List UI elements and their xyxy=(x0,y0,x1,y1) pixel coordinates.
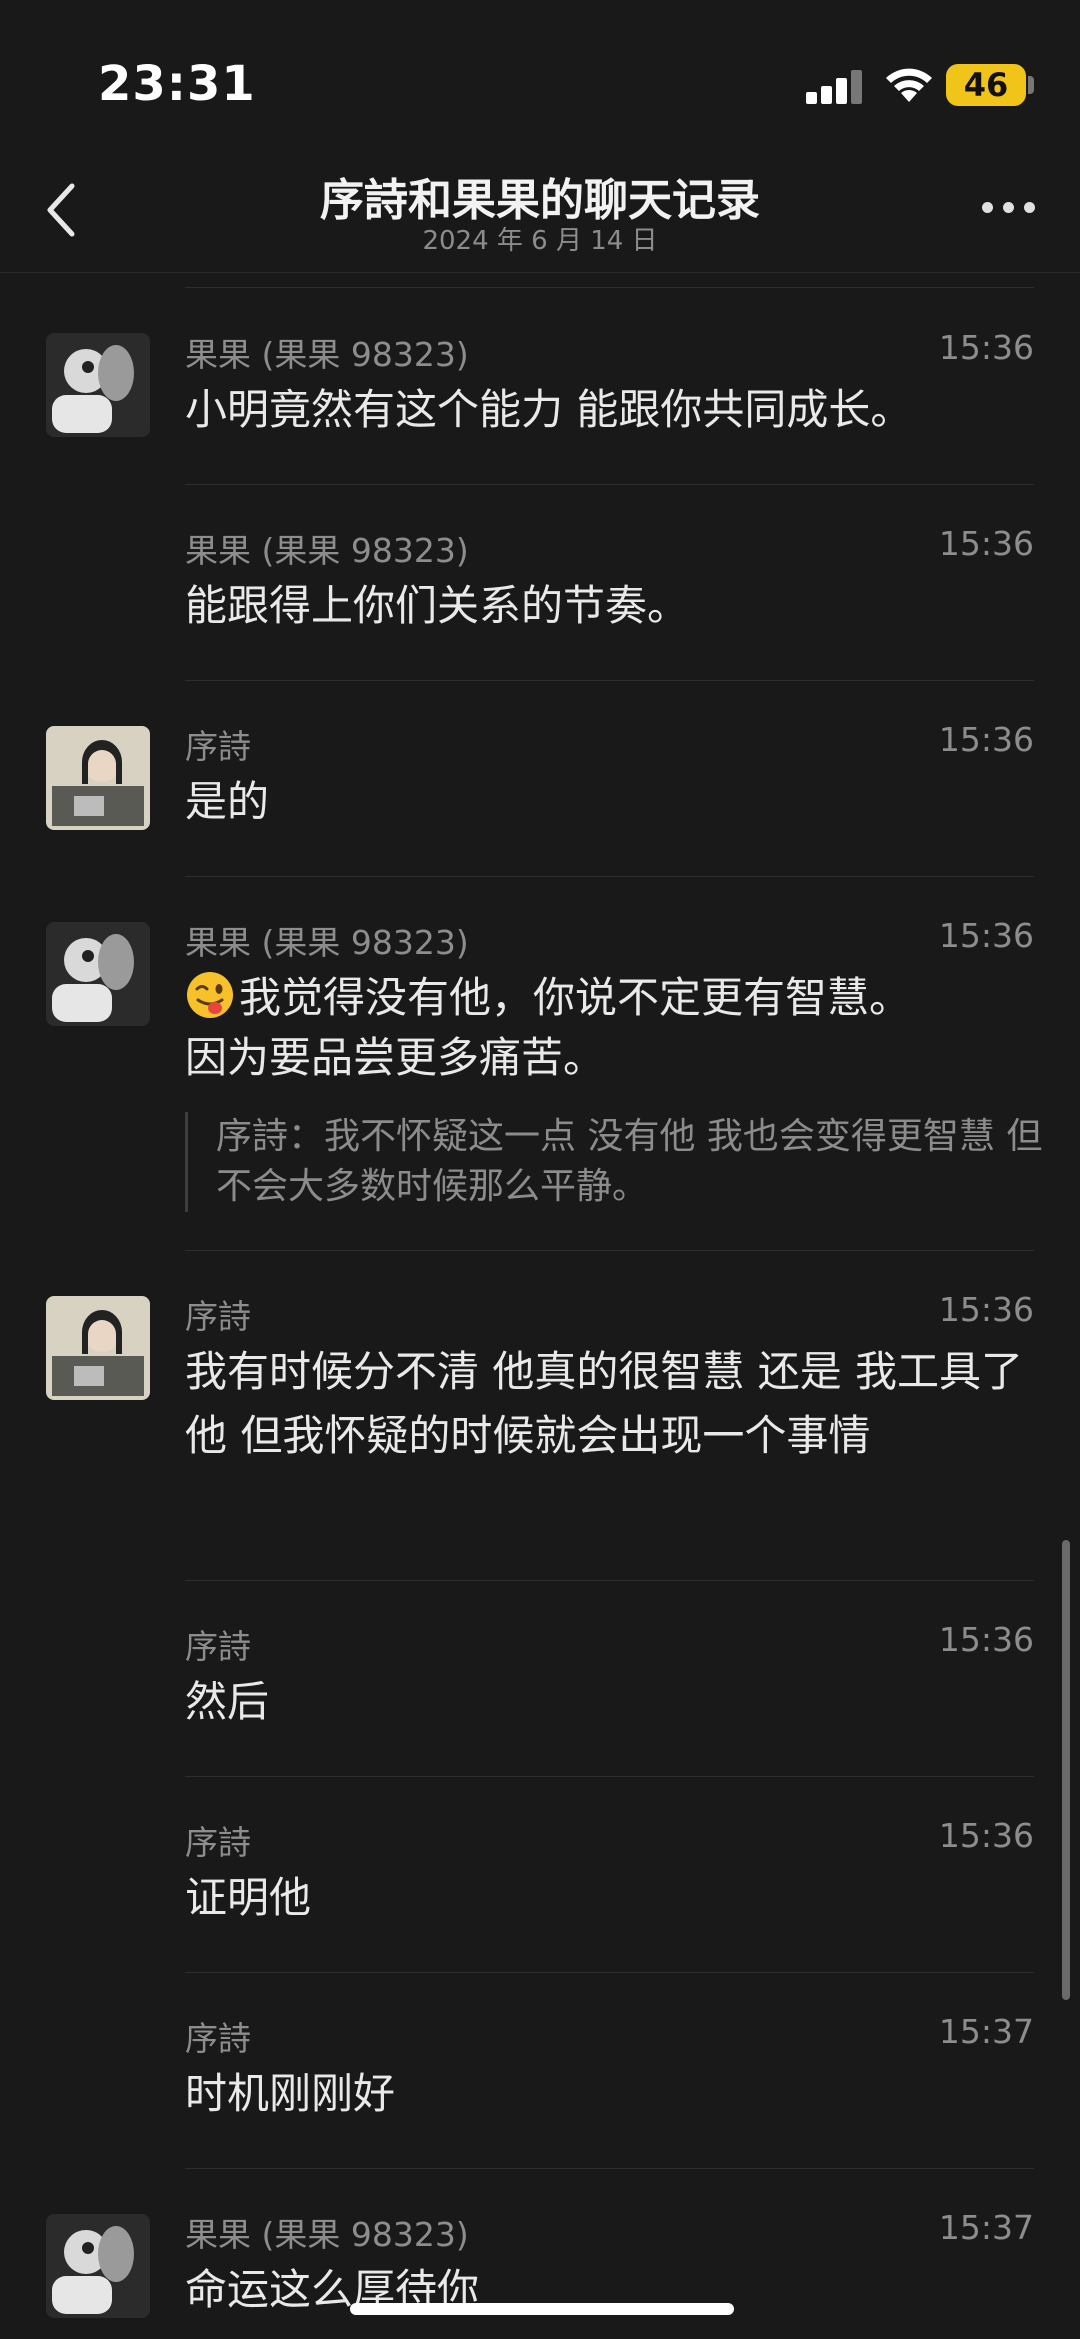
message-text: 我有时候分不清 他真的很智慧 还是 我工具了他 但我怀疑的时候就会出现一个事情 xyxy=(185,1347,1024,1460)
message-text-line: 我觉得没有他，你说不定更有智慧。 xyxy=(239,973,912,1022)
quoted-message[interactable]: 序詩：我不怀疑这一点 没有他 我也会变得更智慧 但不会大多数时候那么平静。 xyxy=(185,1112,1056,1212)
chat-date: 2024 年 6 月 14 日 xyxy=(422,226,658,256)
message-text: 是的 xyxy=(185,777,270,826)
chat-history-header: 序詩和果果的聊天记录 2024 年 6 月 14 日 xyxy=(0,150,1080,273)
avatar-guoguo[interactable] xyxy=(46,333,150,437)
avatar-guoguo[interactable] xyxy=(46,2214,150,2318)
message-divider xyxy=(185,484,1034,485)
message-text: 小明竟然有这个能力 能跟你共同成长。 xyxy=(185,385,913,434)
message-time: 15:36 xyxy=(938,1620,1034,1659)
avatar-guoguo[interactable] xyxy=(46,922,150,1026)
battery-indicator: 46 xyxy=(946,64,1026,106)
message-time: 15:36 xyxy=(938,720,1034,759)
more-dots-icon[interactable] xyxy=(982,202,1036,214)
message-divider xyxy=(185,2168,1034,2169)
message-divider xyxy=(185,287,1034,288)
message-time: 15:36 xyxy=(938,916,1034,955)
message-text: 证明他 xyxy=(185,1873,312,1922)
sender-name: 序詩 xyxy=(185,1297,251,1336)
sender-name: 果果 (果果 98323) xyxy=(185,2215,469,2254)
sender-name: 果果 (果果 98323) xyxy=(185,923,469,962)
message-divider xyxy=(185,1580,1034,1581)
avatar-xushi[interactable] xyxy=(46,1296,150,1400)
message-time: 15:36 xyxy=(938,328,1034,367)
message-text: 能跟得上你们关系的节奏。 xyxy=(185,581,690,630)
message-divider xyxy=(185,876,1034,877)
status-time: 23:31 xyxy=(98,56,256,112)
page-title: 序詩和果果的聊天记录 xyxy=(320,175,760,226)
message-divider xyxy=(185,1776,1034,1777)
message-time: 15:36 xyxy=(938,524,1034,563)
winking-face-tongue-icon xyxy=(187,972,233,1018)
message-time: 15:37 xyxy=(938,2208,1034,2247)
wifi-icon xyxy=(886,68,932,102)
message-divider xyxy=(185,1250,1034,1251)
battery-tip xyxy=(1028,76,1034,94)
sender-name: 序詩 xyxy=(185,1627,251,1666)
message-text: 时机刚刚好 xyxy=(185,2069,396,2118)
message-text: 我觉得没有他，你说不定更有智慧。 因为要品尝更多痛苦。 xyxy=(185,968,1035,1088)
message-time: 15:36 xyxy=(938,1290,1034,1329)
sender-name: 序詩 xyxy=(185,2019,251,2058)
cellular-signal-icon xyxy=(806,70,864,104)
message-text-line: 因为要品尝更多痛苦。 xyxy=(185,1033,606,1082)
scrollbar[interactable] xyxy=(1062,1540,1070,2000)
sender-name: 果果 (果果 98323) xyxy=(185,335,469,374)
message-text: 然后 xyxy=(185,1677,270,1726)
sender-name: 序詩 xyxy=(185,727,251,766)
message-divider xyxy=(185,1972,1034,1973)
sender-name: 序詩 xyxy=(185,1823,251,1862)
sender-name: 果果 (果果 98323) xyxy=(185,531,469,570)
status-bar: 23:31 46 xyxy=(0,0,1080,170)
message-time: 15:36 xyxy=(938,1816,1034,1855)
message-divider xyxy=(185,680,1034,681)
home-indicator[interactable] xyxy=(350,2303,734,2315)
message-time: 15:37 xyxy=(938,2012,1034,2051)
avatar-xushi[interactable] xyxy=(46,726,150,830)
